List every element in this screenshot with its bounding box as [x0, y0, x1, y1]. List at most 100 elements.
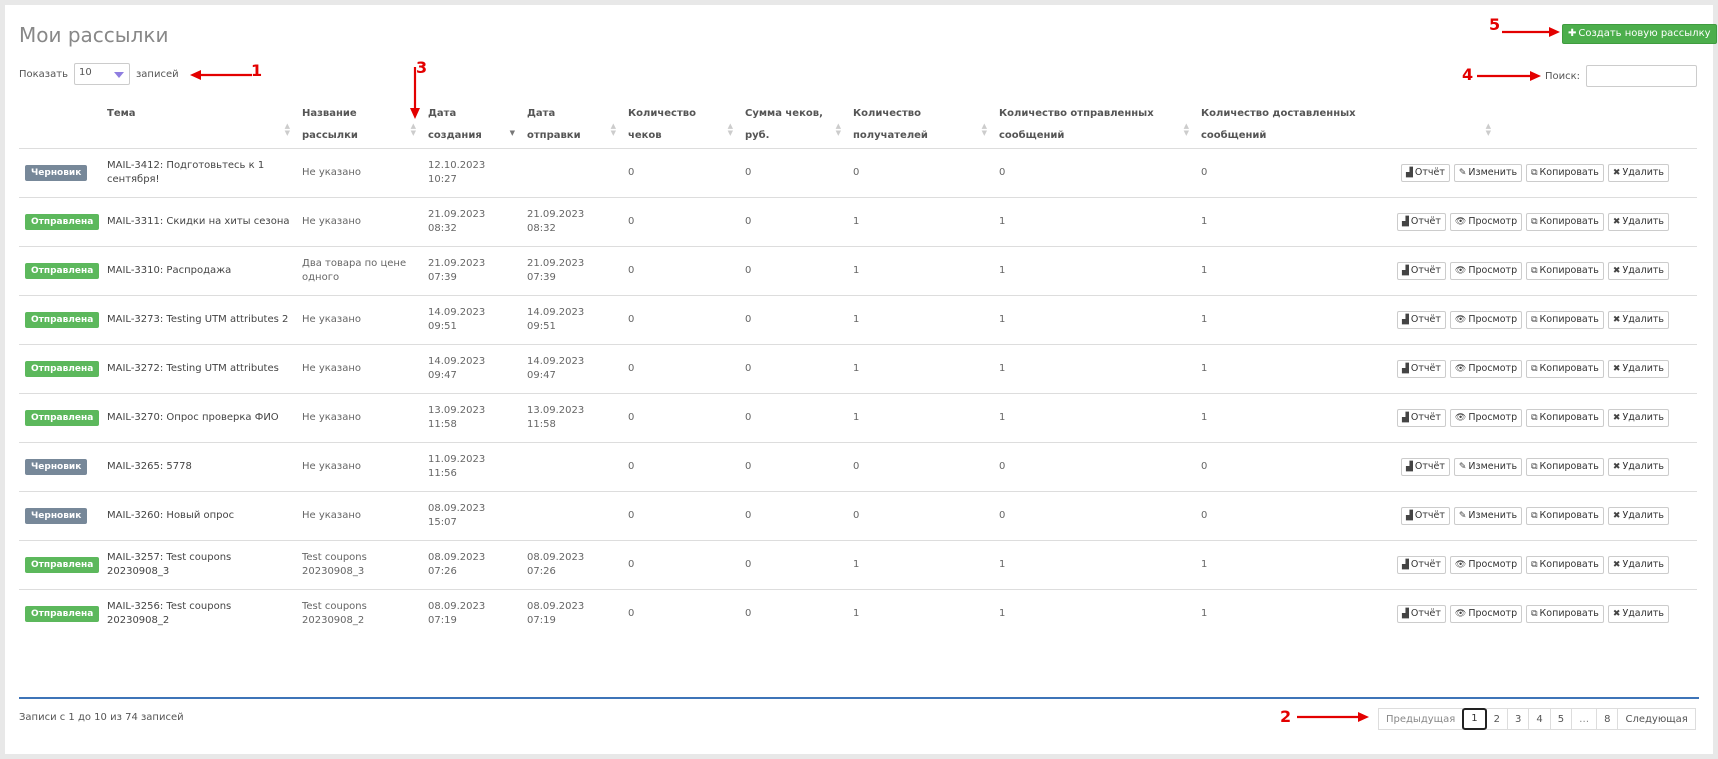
delete-label: Удалить [1622, 264, 1664, 276]
mailing-name-cell: Не указано [296, 295, 422, 345]
header-line: Количество доставленных [1201, 108, 1356, 119]
delete-button[interactable]: ✖ Удалить [1607, 604, 1669, 623]
row-actions: ▟ Отчёт 👁 Просмотр ⧉ Копировать ✖ Удалить [1396, 310, 1691, 329]
edit-button[interactable]: ✎ Изменить [1453, 457, 1523, 476]
actions-cell: ▟ Отчёт 👁 Просмотр ⧉ Копировать ✖ Удалить [1396, 246, 1697, 296]
status-cell: Отправлена [19, 344, 101, 394]
view-button[interactable]: 👁 Просмотр [1449, 212, 1523, 231]
pagination-page-3[interactable]: 3 [1506, 708, 1530, 730]
delete-button[interactable]: ✖ Удалить [1607, 408, 1669, 427]
view-button[interactable]: 👁 Просмотр [1449, 604, 1523, 623]
delete-button[interactable]: ✖ Удалить [1607, 457, 1669, 476]
view-button[interactable]: 👁 Просмотр [1449, 310, 1523, 329]
header-line: Количество отправленных [999, 108, 1154, 119]
chart-icon: ▟ [1405, 510, 1413, 521]
delete-label: Удалить [1622, 509, 1664, 521]
eye-icon: 👁 [1454, 559, 1467, 570]
column-header-actions [1497, 97, 1697, 149]
pagination-page-1[interactable]: 1 [1462, 708, 1487, 730]
eye-icon: 👁 [1454, 216, 1467, 227]
copy-button[interactable]: ⧉ Копировать [1526, 604, 1604, 623]
delete-button[interactable]: ✖ Удалить [1607, 555, 1669, 574]
report-button[interactable]: ▟ Отчёт [1396, 261, 1446, 280]
edit-button[interactable]: ✎ Изменить [1453, 506, 1523, 525]
copy-button[interactable]: ⧉ Копировать [1526, 408, 1604, 427]
pagination-page-4[interactable]: 4 [1528, 708, 1551, 730]
pagination-page-5[interactable]: 5 [1549, 708, 1573, 730]
report-button[interactable]: ▟ Отчёт [1396, 555, 1446, 574]
status-cell: Черновик [19, 491, 101, 541]
page-length-select[interactable]: 10 [73, 63, 130, 85]
sent-date-cell: 21.09.2023 08:32 [521, 197, 622, 247]
column-header-name[interactable]: Название рассылки ▲ ▼ [296, 97, 422, 149]
report-button[interactable]: ▟ Отчёт [1400, 506, 1450, 525]
delete-button[interactable]: ✖ Удалить [1607, 359, 1669, 378]
checks-sum-cell: 0 [739, 393, 847, 443]
pagination-prev-button[interactable]: Предыдущая [1378, 708, 1464, 730]
recipients-count-cell: 0 [847, 491, 993, 541]
table-row: Отправлена MAIL-3311: Скидки на хиты сезо… [19, 197, 1697, 247]
recipients-count-cell: 0 [847, 148, 993, 198]
close-icon: ✖ [1612, 216, 1621, 227]
delete-button[interactable]: ✖ Удалить [1607, 163, 1669, 182]
column-header-checks[interactable]: Количество чеков ▲ ▼ [622, 97, 739, 149]
recipients-count-cell: 1 [847, 540, 993, 590]
copy-button[interactable]: ⧉ Копировать [1526, 163, 1604, 182]
copy-button[interactable]: ⧉ Копировать [1526, 359, 1604, 378]
report-button[interactable]: ▟ Отчёт [1396, 310, 1446, 329]
copy-button[interactable]: ⧉ Копировать [1526, 212, 1604, 231]
view-button[interactable]: 👁 Просмотр [1449, 261, 1523, 280]
report-button[interactable]: ▟ Отчёт [1396, 604, 1446, 623]
view-button[interactable]: 👁 Просмотр [1449, 555, 1523, 574]
delete-button[interactable]: ✖ Удалить [1607, 310, 1669, 329]
search-input[interactable] [1586, 65, 1698, 87]
checks-sum-cell: 0 [739, 295, 847, 345]
view-button[interactable]: 👁 Просмотр [1449, 408, 1523, 427]
delete-button[interactable]: ✖ Удалить [1607, 212, 1669, 231]
copy-button[interactable]: ⧉ Копировать [1526, 506, 1604, 525]
checks-count-cell: 0 [622, 393, 739, 443]
column-header-sent[interactable]: Дата отправки ▲ ▼ [521, 97, 622, 149]
copy-button[interactable]: ⧉ Копировать [1526, 310, 1604, 329]
table-row: Черновик MAIL-3260: Новый опрос Не указано… [19, 491, 1697, 541]
copy-icon: ⧉ [1531, 461, 1538, 472]
create-mailing-button[interactable]: ✚ Создать новую рассылку [1562, 24, 1717, 44]
view-button[interactable]: 👁 Просмотр [1449, 359, 1523, 378]
delete-button[interactable]: ✖ Удалить [1607, 261, 1669, 280]
column-header-delivered-messages[interactable]: Количество доставленных сообщений ▲ ▼ [1195, 97, 1497, 149]
report-button[interactable]: ▟ Отчёт [1396, 212, 1446, 231]
report-button[interactable]: ▟ Отчёт [1400, 163, 1450, 182]
pagination-page-2[interactable]: 2 [1485, 708, 1508, 730]
column-header-sent-messages[interactable]: Количество отправленных сообщений ▲ ▼ [993, 97, 1195, 149]
delivered-messages-cell: 0 [1195, 442, 1497, 492]
table-bottom-border [19, 697, 1699, 699]
copy-label: Копировать [1539, 509, 1599, 521]
column-header-subject[interactable]: Тема ▲ ▼ [101, 97, 296, 149]
table-row: Отправлена MAIL-3257: Test coupons 202309… [19, 540, 1697, 590]
report-button[interactable]: ▟ Отчёт [1400, 457, 1450, 476]
sort-desc-icon: ▼ [509, 129, 515, 137]
report-button[interactable]: ▟ Отчёт [1396, 408, 1446, 427]
copy-button[interactable]: ⧉ Копировать [1526, 457, 1604, 476]
delete-label: Удалить [1622, 558, 1664, 570]
copy-icon: ⧉ [1531, 608, 1538, 619]
column-header-created[interactable]: Дата создания ▼ [422, 97, 521, 149]
column-header-recipients[interactable]: Количество получателей ▲ ▼ [847, 97, 993, 149]
copy-button[interactable]: ⧉ Копировать [1526, 555, 1604, 574]
delivered-messages-cell: 0 [1195, 148, 1497, 198]
annotation-number-5: 5 [1489, 15, 1501, 34]
edit-button[interactable]: ✎ Изменить [1453, 163, 1523, 182]
copy-label: Копировать [1539, 362, 1599, 374]
report-label: Отчёт [1410, 362, 1441, 374]
delete-label: Удалить [1622, 313, 1664, 325]
pagination-next-button[interactable]: Следующая [1617, 708, 1696, 730]
delete-button[interactable]: ✖ Удалить [1607, 506, 1669, 525]
copy-button[interactable]: ⧉ Копировать [1526, 261, 1604, 280]
status-cell: Черновик [19, 148, 101, 198]
report-button[interactable]: ▟ Отчёт [1396, 359, 1446, 378]
column-header-sum[interactable]: Сумма чеков, руб. ▲ ▼ [739, 97, 847, 149]
checks-count-cell: 0 [628, 607, 635, 619]
pencil-icon: ✎ [1458, 510, 1467, 521]
table-row: Черновик MAIL-3265: 5778 Не указано 11.09.2… [19, 442, 1697, 492]
pagination-page-8[interactable]: 8 [1596, 708, 1619, 730]
